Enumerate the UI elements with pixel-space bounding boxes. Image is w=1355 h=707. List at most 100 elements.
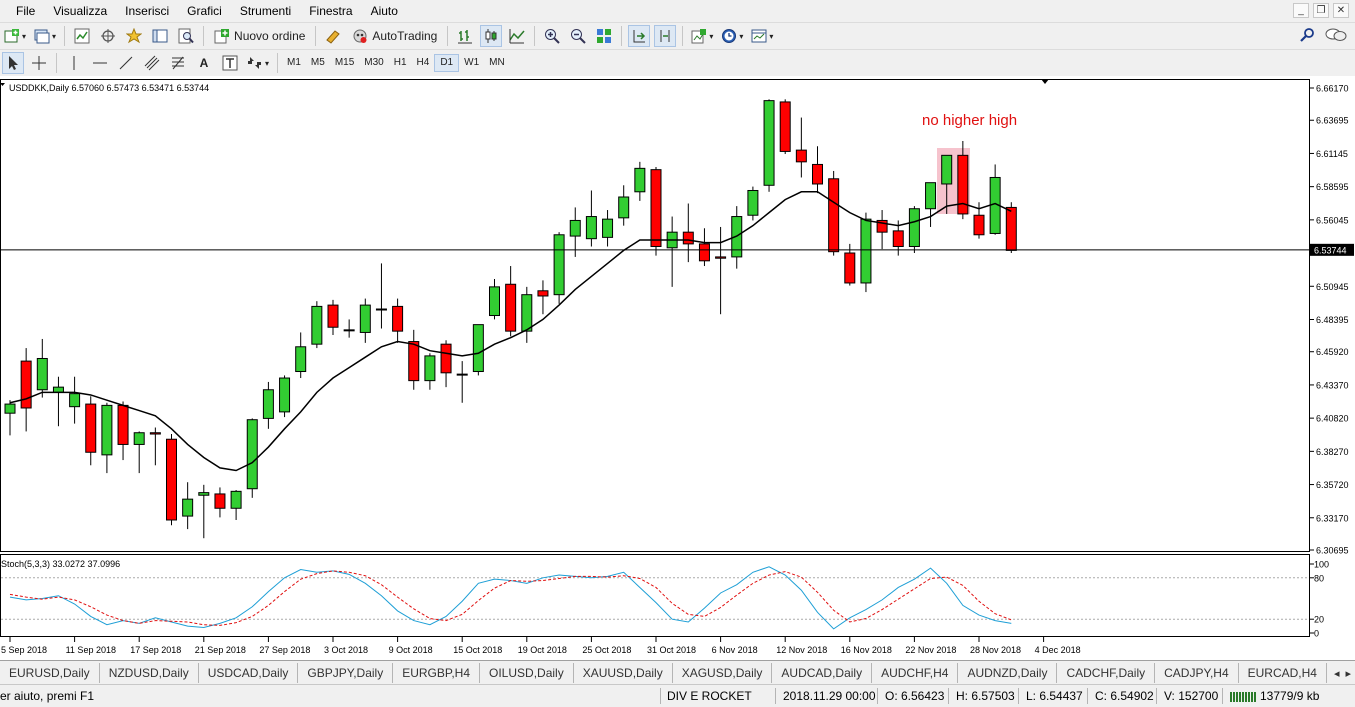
terminal-button[interactable] [149, 25, 171, 47]
toolbar-separator [56, 53, 57, 73]
new-chart-button[interactable]: ▾ [2, 25, 28, 47]
equidistant-channel-tool[interactable] [141, 52, 163, 74]
candlestick-chart-button[interactable] [480, 25, 503, 47]
toolbar-separator [315, 26, 317, 46]
restore-button[interactable]: ❐ [1313, 3, 1329, 18]
chart-tab[interactable]: CADJPY,H4 [1155, 662, 1239, 683]
fibonacci-tool[interactable] [167, 52, 189, 74]
timeframe-m1[interactable]: M1 [282, 54, 306, 72]
price-tick-label: 6.33170 [1316, 513, 1349, 523]
timeframe-h1[interactable]: H1 [389, 54, 412, 72]
chart-tab[interactable]: AUDCHF,H4 [872, 662, 959, 683]
data-window-button[interactable] [97, 25, 119, 47]
status-separator [948, 688, 949, 704]
dropdown-arrow-icon: ▾ [52, 31, 57, 41]
strategy-tester-button[interactable] [175, 25, 197, 47]
chart-tab[interactable]: EURUSD,Daily [0, 662, 100, 683]
trendline-tool[interactable] [115, 52, 137, 74]
autotrading-button[interactable]: AutoTrading [348, 25, 441, 47]
bearish-candle [20, 360, 32, 409]
chart-tab[interactable]: AUDCAD,Daily [772, 662, 873, 683]
status-profile[interactable]: DIV E ROCKET [667, 685, 752, 707]
crosshair-tool[interactable] [28, 52, 50, 74]
arrows-tool[interactable]: ▾ [245, 52, 271, 74]
chart-tab[interactable]: OILUSD,Daily [480, 662, 574, 683]
bar-chart-icon [458, 30, 473, 44]
menu-charts[interactable]: Grafici [178, 0, 231, 22]
tile-windows-button[interactable] [593, 25, 615, 47]
profiles-button[interactable]: ▾ [32, 25, 58, 47]
timeframe-h4[interactable]: H4 [412, 54, 435, 72]
tab-scroll-arrows[interactable]: ◂ ▸ [1329, 661, 1355, 684]
templates-button[interactable]: ▾ [749, 25, 775, 47]
bullish-candle [69, 393, 81, 408]
chart-tab[interactable]: EURGBP,H4 [393, 662, 481, 683]
date-tick-label: 3 Oct 2018 [324, 645, 368, 655]
chart-canvas[interactable]: USDDKK,Daily 6.57060 6.57473 6.53471 6.5… [0, 76, 1355, 660]
vertical-line-tool[interactable] [63, 52, 85, 74]
new-order-button[interactable]: Nuovo ordine [210, 25, 309, 47]
date-tick-label: 21 Sep 2018 [195, 645, 246, 655]
indicators-button[interactable]: ▾ [689, 25, 715, 47]
menu-insert[interactable]: Inserisci [116, 0, 178, 22]
text-tool[interactable]: A [193, 52, 215, 74]
timeframe-m5[interactable]: M5 [306, 54, 330, 72]
dropdown-arrow-icon: ▾ [769, 31, 774, 41]
bearish-candle [812, 163, 823, 185]
navigator-button[interactable] [123, 25, 145, 47]
price-tick-label: 6.35720 [1316, 480, 1349, 490]
cursor-tool[interactable] [2, 52, 24, 74]
bearish-candle [440, 343, 452, 374]
bearish-candle [682, 231, 694, 245]
status-traffic[interactable]: 13779/9 kb [1230, 685, 1319, 707]
price-tick-label: 6.38270 [1316, 447, 1349, 457]
line-chart-button[interactable] [506, 25, 528, 47]
bullish-candle [860, 218, 872, 284]
chart-tab[interactable]: USDCAD,Daily [199, 662, 299, 683]
menu-tools[interactable]: Strumenti [231, 0, 300, 22]
chart-tab[interactable]: EURCAD,H4 [1239, 662, 1327, 683]
bar-chart-button[interactable] [454, 25, 476, 47]
search-icon [1300, 28, 1314, 42]
menu-view[interactable]: Visualizza [44, 0, 116, 22]
timeframe-mn[interactable]: MN [484, 54, 510, 72]
search-button[interactable] [1299, 27, 1315, 46]
timeframe-m15[interactable]: M15 [330, 54, 359, 72]
chart-tab[interactable]: GBPJPY,Daily [298, 662, 394, 683]
status-close: C: 6.54902 [1095, 689, 1154, 703]
scroll-right-icon[interactable]: ▸ [1345, 667, 1351, 680]
menu-file[interactable]: File [0, 0, 44, 22]
chart-tab[interactable]: AUDNZD,Daily [958, 662, 1058, 683]
close-button[interactable]: ✕ [1333, 3, 1349, 18]
text-label-tool[interactable] [219, 52, 241, 74]
bearish-candle [795, 149, 807, 163]
chart-tab[interactable]: XAGUSD,Daily [673, 662, 773, 683]
menu-window[interactable]: Finestra [300, 0, 361, 22]
chart-window[interactable]: USDDKK,Daily 6.57060 6.57473 6.53471 6.5… [0, 76, 1355, 660]
timeframe-d1[interactable]: D1 [434, 54, 460, 72]
zoom-out-button[interactable] [567, 25, 589, 47]
chart-shift-button[interactable] [654, 25, 677, 47]
chart-tab[interactable]: CADCHF,Daily [1057, 662, 1156, 683]
bullish-candle [262, 389, 274, 419]
bearish-candle [392, 305, 404, 332]
chart-tab[interactable]: NZDUSD,Daily [100, 662, 199, 683]
menu-help[interactable]: Aiuto [362, 0, 407, 22]
crosshair-target-icon [101, 29, 116, 43]
bullish-candle [101, 404, 113, 456]
horizontal-line-tool[interactable] [89, 52, 111, 74]
chat-button[interactable] [1325, 27, 1347, 46]
metaeditor-button[interactable] [322, 25, 344, 47]
price-tick-label: 6.48395 [1316, 315, 1349, 325]
scroll-left-icon[interactable]: ◂ [1334, 667, 1340, 680]
chart-shift-icon [660, 30, 670, 42]
market-watch-button[interactable] [71, 25, 93, 47]
minimize-button[interactable]: _ [1293, 3, 1309, 18]
date-tick-label: 9 Oct 2018 [389, 645, 433, 655]
auto-scroll-button[interactable] [628, 25, 651, 47]
timeframe-m30[interactable]: M30 [359, 54, 388, 72]
zoom-in-button[interactable] [541, 25, 563, 47]
periods-button[interactable]: ▾ [719, 25, 745, 47]
timeframe-w1[interactable]: W1 [459, 54, 484, 72]
chart-tab[interactable]: XAUUSD,Daily [574, 662, 673, 683]
